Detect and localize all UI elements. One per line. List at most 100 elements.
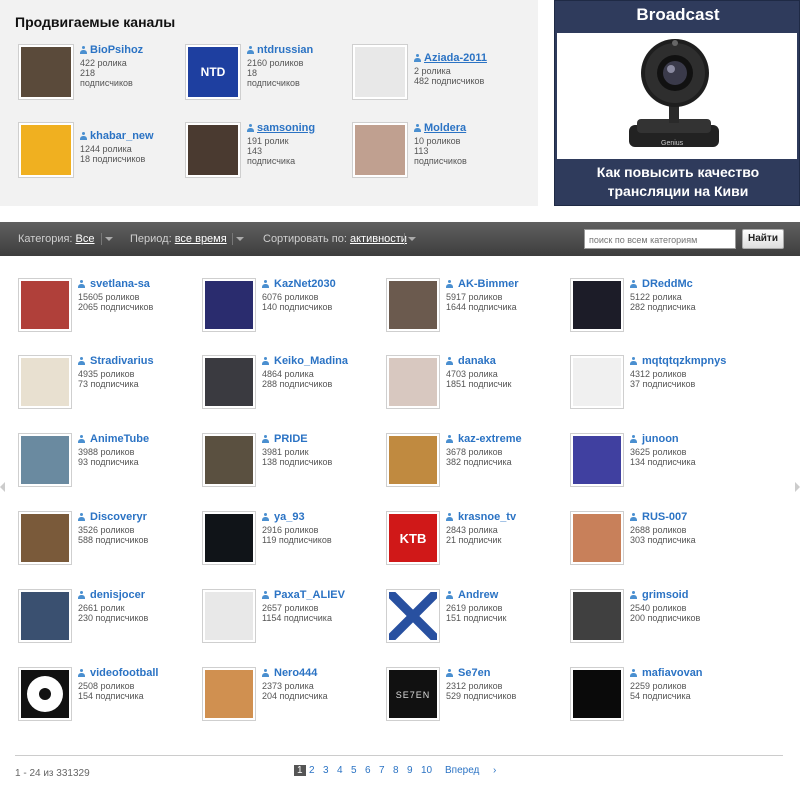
channel-thumbnail[interactable] (18, 667, 72, 721)
channel-thumbnail[interactable]: SE7EN (386, 667, 440, 721)
channel-thumbnail[interactable] (18, 44, 74, 100)
channel-card[interactable]: mafiavovan 2259 роликов 54 подписчика (570, 667, 740, 727)
channel-card[interactable]: Stradivarius 4935 роликов 73 подписчика (18, 355, 188, 415)
page-link[interactable]: 5 (351, 765, 357, 776)
promoted-channel-card[interactable]: khabar_new 1244 ролика 18 подписчиков (18, 122, 178, 182)
next-arrow-icon[interactable] (795, 482, 800, 492)
channel-name[interactable]: svetlana-sa (90, 278, 150, 290)
channel-card[interactable]: kaz-extreme 3678 роликов 382 подписчика (386, 433, 556, 493)
channel-thumbnail[interactable] (570, 433, 624, 487)
channel-name[interactable]: PRIDE (274, 433, 308, 445)
channel-name[interactable]: Se7en (458, 667, 490, 679)
channel-thumbnail[interactable] (386, 589, 440, 643)
period-dropdown-icon[interactable] (232, 233, 244, 245)
channel-thumbnail[interactable] (352, 44, 408, 100)
channel-thumbnail[interactable] (386, 355, 440, 409)
channel-card[interactable]: Discoveryr 3526 роликов 588 подписчиков (18, 511, 188, 571)
sort-filter[interactable]: Сортировать по: активности (263, 233, 407, 245)
channel-thumbnail[interactable] (570, 278, 624, 332)
promoted-channel-card[interactable]: samsoning 191 ролик 143 подписчика (185, 122, 345, 182)
prev-arrow-icon[interactable] (0, 482, 5, 492)
broadcast-banner[interactable]: Broadcast Genius Как повысить качество т… (554, 0, 800, 206)
channel-card[interactable]: junoon 3625 роликов 134 подписчика (570, 433, 740, 493)
channel-thumbnail[interactable] (185, 122, 241, 178)
sort-value[interactable]: активности (350, 233, 407, 245)
channel-name[interactable]: Aziada-2011 (424, 52, 487, 64)
promoted-channel-card[interactable]: Moldera 10 роликов 113 подписчиков (352, 122, 512, 182)
channel-name[interactable]: Andrew (458, 589, 498, 601)
search-box[interactable] (584, 229, 739, 249)
channel-name[interactable]: mqtqtqzkmpnys (642, 355, 726, 367)
channel-thumbnail[interactable] (18, 278, 72, 332)
sort-dropdown-icon[interactable] (404, 233, 416, 245)
channel-thumbnail[interactable] (570, 511, 624, 565)
next-page-link[interactable]: Вперед (445, 765, 479, 776)
channel-card[interactable]: danaka 4703 ролика 1851 подписчик (386, 355, 556, 415)
channel-thumbnail[interactable] (352, 122, 408, 178)
page-link[interactable]: 3 (323, 765, 329, 776)
channel-card[interactable]: ya_93 2916 роликов 119 подписчиков (202, 511, 372, 571)
channel-name[interactable]: Moldera (424, 122, 466, 134)
category-value[interactable]: Все (76, 233, 95, 245)
page-link[interactable]: 8 (393, 765, 399, 776)
channel-card[interactable]: grimsoid 2540 роликов 200 подписчиков (570, 589, 740, 649)
channel-name[interactable]: krasnoe_tv (458, 511, 516, 523)
channel-name[interactable]: ya_93 (274, 511, 305, 523)
channel-card[interactable]: PRIDE 3981 ролик 138 подписчиков (202, 433, 372, 493)
channel-name[interactable]: PaxaT_ALIEV (274, 589, 345, 601)
channel-card[interactable]: DReddMc 5122 ролика 282 подписчика (570, 278, 740, 338)
channel-name[interactable]: Keiko_Madina (274, 355, 348, 367)
page-link[interactable]: 7 (379, 765, 385, 776)
channel-thumbnail[interactable] (18, 355, 72, 409)
channel-card[interactable]: svetlana-sa 15605 роликов 2065 подписчиков (18, 278, 188, 338)
channel-card[interactable]: denisjocer 2661 ролик 230 подписчиков (18, 589, 188, 649)
channel-thumbnail[interactable] (570, 667, 624, 721)
promoted-channel-card[interactable]: NTD ntdrussian 2160 роликов 18 подписчиков (185, 44, 345, 104)
channel-card[interactable]: AnimeTube 3988 роликов 93 подписчика (18, 433, 188, 493)
next-arrow-icon[interactable]: › (493, 765, 496, 776)
channel-thumbnail[interactable] (18, 511, 72, 565)
category-filter[interactable]: Категория: Все (18, 233, 95, 245)
search-button[interactable]: Найти (742, 229, 784, 249)
channel-thumbnail[interactable]: KTB (386, 511, 440, 565)
channel-thumbnail[interactable] (386, 433, 440, 487)
period-filter[interactable]: Период: все время (130, 233, 227, 245)
channel-name[interactable]: videofootball (90, 667, 158, 679)
channel-card[interactable]: PaxaT_ALIEV 2657 роликов 1154 подписчика (202, 589, 372, 649)
channel-card[interactable]: AK-Bimmer 5917 роликов 1644 подписчика (386, 278, 556, 338)
promoted-channel-card[interactable]: BioPsihoz 422 ролика 218 подписчиков (18, 44, 178, 104)
channel-name[interactable]: danaka (458, 355, 496, 367)
channel-card[interactable]: mqtqtqzkmpnys 4312 роликов 37 подписчиков (570, 355, 740, 415)
page-link[interactable]: 1 (294, 765, 306, 776)
channel-name[interactable]: kaz-extreme (458, 433, 522, 445)
channel-thumbnail[interactable]: NTD (185, 44, 241, 100)
promoted-channel-card[interactable]: Aziada-2011 2 ролика 482 подписчиков (352, 44, 512, 104)
channel-card[interactable]: KTB krasnoe_tv 2843 ролика 21 подписчик (386, 511, 556, 571)
channel-name[interactable]: RUS-007 (642, 511, 687, 523)
channel-thumbnail[interactable] (18, 589, 72, 643)
channel-thumbnail[interactable] (202, 278, 256, 332)
channel-name[interactable]: mafiavovan (642, 667, 703, 679)
channel-card[interactable]: Andrew 2619 роликов 151 подписчик (386, 589, 556, 649)
channel-thumbnail[interactable] (570, 355, 624, 409)
page-link[interactable]: 2 (309, 765, 315, 776)
channel-card[interactable]: videofootball 2508 роликов 154 подписчика (18, 667, 188, 727)
category-dropdown-icon[interactable] (101, 233, 113, 245)
channel-thumbnail[interactable] (18, 433, 72, 487)
search-input[interactable] (585, 231, 739, 249)
channel-card[interactable]: RUS-007 2688 роликов 303 подписчика (570, 511, 740, 571)
channel-thumbnail[interactable] (202, 433, 256, 487)
channel-thumbnail[interactable] (18, 122, 74, 178)
channel-name[interactable]: grimsoid (642, 589, 688, 601)
page-link[interactable]: 4 (337, 765, 343, 776)
channel-name[interactable]: Discoveryr (90, 511, 147, 523)
channel-thumbnail[interactable] (202, 511, 256, 565)
channel-name[interactable]: khabar_new (90, 130, 154, 142)
page-link[interactable]: 10 (421, 765, 432, 776)
channel-name[interactable]: AK-Bimmer (458, 278, 519, 290)
channel-name[interactable]: KazNet2030 (274, 278, 336, 290)
channel-card[interactable]: SE7EN Se7en 2312 роликов 529 подписчиков (386, 667, 556, 727)
channel-thumbnail[interactable] (570, 589, 624, 643)
channel-name[interactable]: Stradivarius (90, 355, 154, 367)
channel-card[interactable]: Nero444 2373 ролика 204 подписчика (202, 667, 372, 727)
